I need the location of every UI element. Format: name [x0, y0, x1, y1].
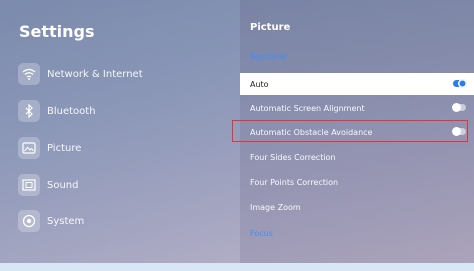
sidebar-item-sound[interactable]: Sound [18, 173, 79, 197]
sidebar-item-picture[interactable]: Picture [18, 136, 81, 160]
section-keystone: Keystone [250, 52, 287, 61]
sidebar-item-network[interactable]: Network & Internet [18, 62, 143, 86]
bottom-strip [0, 263, 474, 271]
section-focus: Focus [250, 229, 273, 238]
row-label: Four Points Correction [250, 177, 339, 187]
sidebar-item-label: Bluetooth [47, 105, 96, 117]
screen-alignment-row[interactable]: Automatic Screen Alignment [240, 97, 474, 119]
sidebar-item-label: Sound [47, 179, 79, 191]
four-sides-correction-row[interactable]: Four Sides Correction [240, 146, 474, 168]
settings-screen: Settings Network & Internet Bluetooth Pi… [0, 0, 474, 271]
system-icon [18, 210, 40, 232]
row-label: Image Zoom [250, 202, 301, 212]
sidebar-item-bluetooth[interactable]: Bluetooth [18, 99, 96, 123]
row-label: Auto [250, 79, 269, 89]
bluetooth-icon [18, 100, 40, 122]
sidebar-item-label: System [47, 215, 85, 227]
sidebar-item-label: Picture [47, 142, 82, 154]
wifi-icon [18, 63, 40, 85]
panel-title: Picture [250, 22, 291, 33]
row-label: Automatic Screen Alignment [250, 103, 365, 113]
toggle-knob [458, 79, 467, 88]
toggle-knob [452, 103, 461, 112]
picture-icon [18, 137, 40, 159]
settings-sidebar: Settings Network & Internet Bluetooth Pi… [0, 0, 240, 271]
settings-title: Settings [19, 22, 95, 41]
sidebar-item-system[interactable]: System [18, 209, 84, 233]
screen-alignment-toggle[interactable] [452, 103, 466, 112]
auto-toggle[interactable] [453, 79, 467, 88]
sound-icon [18, 174, 40, 196]
auto-row[interactable]: Auto [240, 73, 474, 95]
four-points-correction-row[interactable]: Four Points Correction [240, 171, 474, 193]
sidebar-item-label: Network & Internet [47, 68, 143, 80]
row-label: Four Sides Correction [250, 152, 336, 162]
image-zoom-row[interactable]: Image Zoom [240, 196, 474, 218]
highlight-box [232, 120, 468, 142]
